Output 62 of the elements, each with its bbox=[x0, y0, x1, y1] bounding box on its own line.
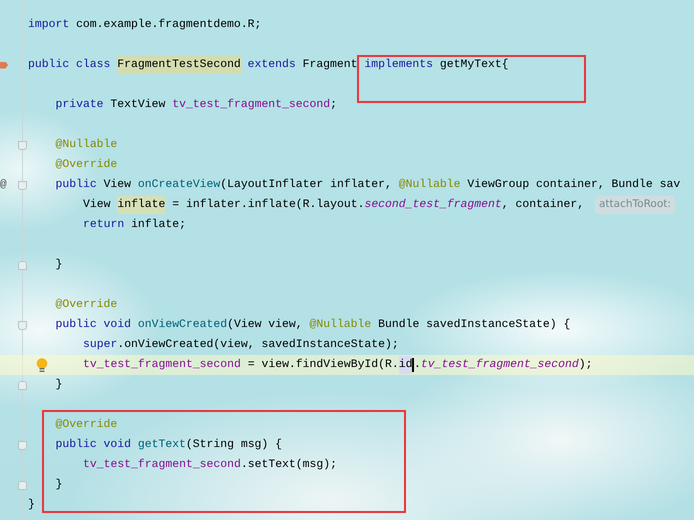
fold-icon[interactable] bbox=[18, 440, 26, 450]
annotation: @Nullable bbox=[309, 317, 372, 334]
code-text: , container, bbox=[502, 197, 584, 214]
fold-icon[interactable] bbox=[18, 480, 26, 490]
code-text: inflate; bbox=[131, 217, 186, 234]
parameter-hint: attachToRoot: bbox=[594, 196, 675, 214]
keyword: return bbox=[83, 217, 124, 234]
code-text: (View view, bbox=[227, 317, 303, 334]
annotation: @Override bbox=[56, 157, 118, 174]
code-text: ); bbox=[578, 357, 592, 374]
keyword: super bbox=[83, 337, 118, 354]
code-text: .onViewCreated(view, savedInstanceState); bbox=[117, 337, 399, 354]
constant-name: tv_test_fragment_second bbox=[420, 357, 579, 374]
fold-icon[interactable] bbox=[18, 140, 26, 150]
code-text: View bbox=[83, 197, 110, 214]
code-text: Fragment bbox=[302, 57, 358, 74]
keyword: import bbox=[28, 17, 70, 34]
keyword: extends bbox=[248, 57, 296, 74]
code-text: getMyText{ bbox=[440, 57, 509, 74]
annotation: @Override bbox=[56, 417, 118, 434]
constant-name: second_test_fragment bbox=[364, 197, 502, 214]
method-name: getText bbox=[138, 437, 186, 454]
code-text: TextView bbox=[110, 97, 166, 114]
code-text: ; bbox=[330, 97, 337, 114]
variable-name: inflate bbox=[117, 196, 166, 214]
keyword: public class bbox=[28, 57, 110, 74]
lightbulb-icon[interactable] bbox=[36, 358, 48, 373]
code-text: } bbox=[28, 497, 35, 514]
fold-icon[interactable] bbox=[18, 180, 26, 190]
code-text: View bbox=[104, 177, 132, 194]
code-text: (LayoutInflater inflater, bbox=[220, 177, 392, 194]
text-cursor bbox=[412, 358, 414, 372]
annotation: @Nullable bbox=[56, 137, 118, 154]
method-name: onViewCreated bbox=[138, 317, 228, 334]
code-text: Bundle savedInstanceState) { bbox=[378, 317, 570, 334]
keyword: public bbox=[56, 177, 97, 194]
gutter-symbol: @ bbox=[0, 178, 7, 193]
field-name: tv_test_fragment_second bbox=[83, 457, 241, 474]
fold-icon[interactable] bbox=[18, 320, 26, 330]
code-text: id bbox=[398, 356, 412, 374]
annotation: @Override bbox=[56, 297, 118, 314]
code-text: = view.findViewById(R. bbox=[248, 357, 399, 374]
code-text: . bbox=[414, 357, 421, 374]
code-text: = inflater.inflate(R.layout. bbox=[172, 197, 364, 214]
code-text: .setText(msg); bbox=[240, 457, 337, 474]
fold-icon[interactable] bbox=[18, 380, 26, 390]
code-text: } bbox=[56, 377, 62, 394]
code-text: } bbox=[56, 477, 62, 494]
code-text: com.example.fragmentdemo.R; bbox=[76, 17, 262, 34]
keyword: public void bbox=[56, 437, 131, 454]
keyword: public void bbox=[56, 317, 131, 334]
field-name: tv_test_fragment_second bbox=[172, 97, 330, 114]
method-name: onCreateView bbox=[138, 177, 220, 194]
field-name: tv_test_fragment_second bbox=[83, 357, 241, 374]
annotation: @Nullable bbox=[398, 177, 461, 194]
class-name: FragmentTestSecond bbox=[117, 56, 241, 74]
keyword: private bbox=[56, 97, 104, 114]
keyword: implements bbox=[364, 57, 434, 74]
fold-icon[interactable] bbox=[18, 260, 26, 270]
code-text: } bbox=[56, 257, 62, 274]
code-text: (String msg) { bbox=[186, 437, 282, 454]
code-text: ViewGroup container, Bundle sav bbox=[467, 177, 680, 194]
